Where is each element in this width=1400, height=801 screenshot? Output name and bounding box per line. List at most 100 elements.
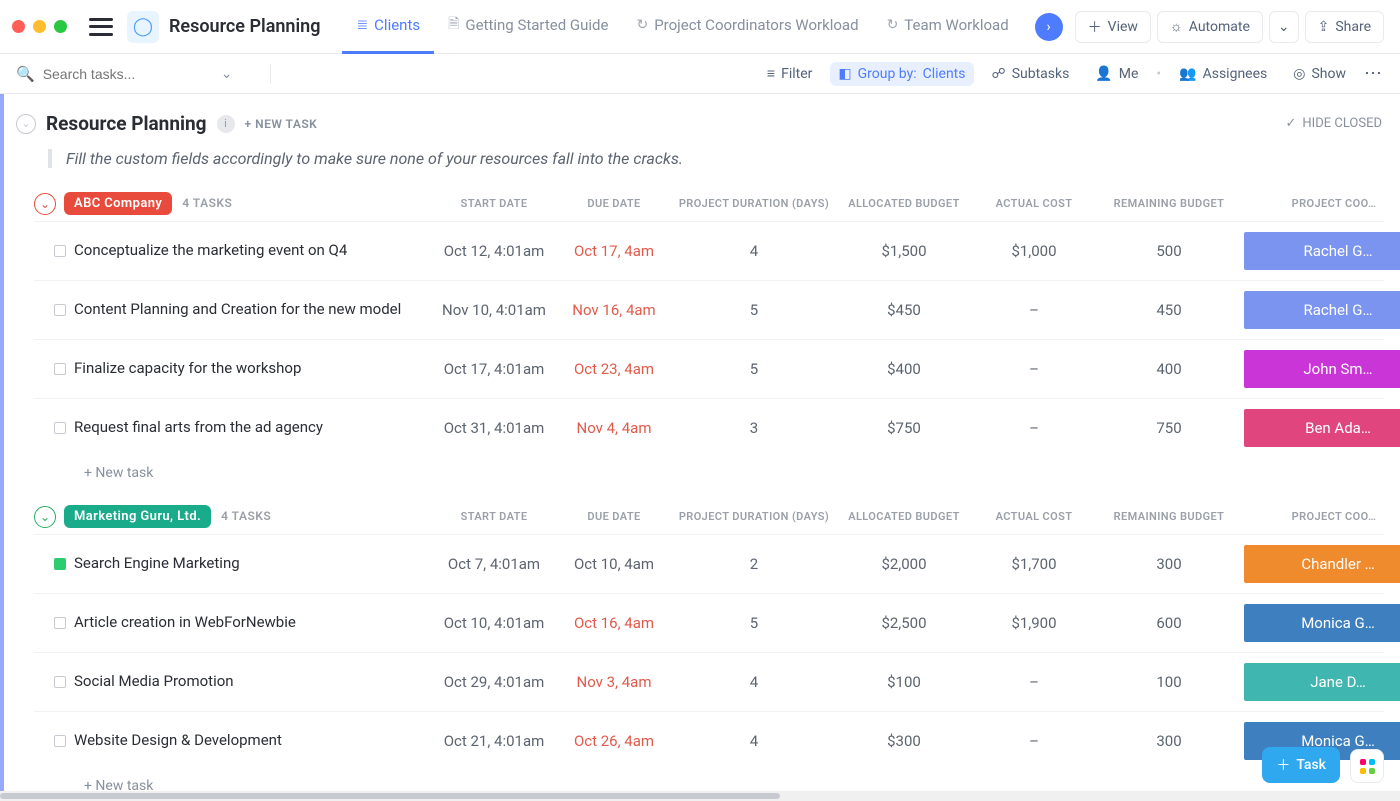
info-icon[interactable]: i xyxy=(217,115,235,133)
due-date-cell[interactable]: Oct 17, 4am xyxy=(554,242,674,260)
column-header[interactable]: DUE DATE xyxy=(554,197,674,210)
column-header[interactable]: PROJECT DURATION (DAYS) xyxy=(674,197,834,210)
task-name[interactable]: Website Design & Development xyxy=(64,731,434,751)
actual-cost-cell[interactable]: – xyxy=(974,360,1094,378)
allocated-budget-cell[interactable]: $2,500 xyxy=(834,614,974,632)
due-date-cell[interactable]: Oct 23, 4am xyxy=(554,360,674,378)
me-button[interactable]: 👤Me xyxy=(1087,62,1146,86)
duration-cell[interactable]: 3 xyxy=(674,419,834,437)
actual-cost-cell[interactable]: – xyxy=(974,732,1094,750)
subtasks-button[interactable]: ☍Subtasks xyxy=(984,62,1078,86)
apps-fab[interactable] xyxy=(1350,749,1384,783)
remaining-budget-cell[interactable]: 400 xyxy=(1094,360,1244,378)
allocated-budget-cell[interactable]: $2,000 xyxy=(834,555,974,573)
actual-cost-cell[interactable]: $1,900 xyxy=(974,614,1094,632)
task-row[interactable]: Finalize capacity for the workshopOct 17… xyxy=(34,339,1384,398)
actual-cost-cell[interactable]: – xyxy=(974,301,1094,319)
start-date-cell[interactable]: Oct 7, 4:01am xyxy=(434,555,554,573)
tab-team-workload[interactable]: ↻Team Workload xyxy=(873,0,1023,54)
due-date-cell[interactable]: Oct 10, 4am xyxy=(554,555,674,573)
column-header[interactable]: ACTUAL COST xyxy=(974,510,1094,523)
tab-project-coordinators-workload[interactable]: ↻Project Coordinators Workload xyxy=(622,0,872,54)
automate-chevron-button[interactable]: ⌄ xyxy=(1269,11,1299,43)
maximize-window-button[interactable] xyxy=(54,20,67,33)
coordinator-chip[interactable]: Rachel G… xyxy=(1244,232,1400,270)
start-date-cell[interactable]: Oct 31, 4:01am xyxy=(434,419,554,437)
task-name[interactable]: Request final arts from the ad agency xyxy=(64,418,434,438)
task-name[interactable]: Conceptualize the marketing event on Q4 xyxy=(64,241,434,261)
task-row[interactable]: Article creation in WebForNewbieOct 10, … xyxy=(34,593,1384,652)
coordinator-chip[interactable]: John Sm… xyxy=(1244,350,1400,388)
column-header[interactable]: PROJECT DURATION (DAYS) xyxy=(674,510,834,523)
coordinator-chip[interactable]: Monica G… xyxy=(1244,604,1400,642)
due-date-cell[interactable]: Nov 4, 4am xyxy=(554,419,674,437)
minimize-window-button[interactable] xyxy=(33,20,46,33)
remaining-budget-cell[interactable]: 600 xyxy=(1094,614,1244,632)
horizontal-scrollbar[interactable] xyxy=(0,791,1400,801)
remaining-budget-cell[interactable]: 300 xyxy=(1094,555,1244,573)
actual-cost-cell[interactable]: $1,700 xyxy=(974,555,1094,573)
search-chevron-icon[interactable]: ⌄ xyxy=(221,66,233,82)
task-name[interactable]: Search Engine Marketing xyxy=(64,554,434,574)
next-view-button[interactable]: › xyxy=(1035,13,1063,41)
group-collapse-toggle[interactable]: ⌄ xyxy=(34,506,56,528)
allocated-budget-cell[interactable]: $400 xyxy=(834,360,974,378)
tab-clients[interactable]: ≣Clients xyxy=(342,0,434,54)
tab-getting-started-guide[interactable]: 🗎Getting Started Guide xyxy=(434,0,622,54)
column-header[interactable]: START DATE xyxy=(434,197,554,210)
task-name[interactable]: Content Planning and Creation for the ne… xyxy=(64,300,434,320)
show-button[interactable]: ◎Show xyxy=(1285,62,1354,86)
allocated-budget-cell[interactable]: $1,500 xyxy=(834,242,974,260)
column-header[interactable]: ACTUAL COST xyxy=(974,197,1094,210)
new-task-top-button[interactable]: + NEW TASK xyxy=(245,117,318,131)
group-badge[interactable]: Marketing Guru, Ltd. xyxy=(64,505,211,528)
column-header[interactable]: REMAINING BUDGET xyxy=(1094,197,1244,210)
add-view-button[interactable]: ＋View xyxy=(1075,11,1151,43)
list-collapse-toggle[interactable]: ⌄ xyxy=(16,114,36,134)
column-header[interactable]: DUE DATE xyxy=(554,510,674,523)
duration-cell[interactable]: 5 xyxy=(674,614,834,632)
allocated-budget-cell[interactable]: $750 xyxy=(834,419,974,437)
task-name[interactable]: Social Media Promotion xyxy=(64,672,434,692)
search-input[interactable] xyxy=(43,66,213,82)
duration-cell[interactable]: 4 xyxy=(674,732,834,750)
hide-closed-button[interactable]: ✓ HIDE CLOSED xyxy=(1286,116,1383,131)
hamburger-menu-icon[interactable] xyxy=(89,18,113,36)
close-window-button[interactable] xyxy=(12,20,25,33)
more-menu-icon[interactable]: ⋯ xyxy=(1364,63,1384,84)
content-scroll[interactable]: ⌄ Resource Planning i + NEW TASK ✓ HIDE … xyxy=(0,94,1400,801)
duration-cell[interactable]: 4 xyxy=(674,242,834,260)
group-badge[interactable]: ABC Company xyxy=(64,192,172,215)
remaining-budget-cell[interactable]: 300 xyxy=(1094,732,1244,750)
coordinator-chip[interactable]: Jane D… xyxy=(1244,663,1400,701)
coordinator-chip[interactable]: Chandler … xyxy=(1244,545,1400,583)
column-header[interactable]: PROJECT COO… xyxy=(1244,510,1400,523)
due-date-cell[interactable]: Oct 26, 4am xyxy=(554,732,674,750)
duration-cell[interactable]: 5 xyxy=(674,360,834,378)
actual-cost-cell[interactable]: – xyxy=(974,673,1094,691)
due-date-cell[interactable]: Oct 16, 4am xyxy=(554,614,674,632)
column-header[interactable]: ALLOCATED BUDGET xyxy=(834,197,974,210)
start-date-cell[interactable]: Oct 17, 4:01am xyxy=(434,360,554,378)
due-date-cell[interactable]: Nov 3, 4am xyxy=(554,673,674,691)
share-button[interactable]: ⇪Share xyxy=(1305,11,1384,43)
allocated-budget-cell[interactable]: $450 xyxy=(834,301,974,319)
task-row[interactable]: Search Engine MarketingOct 7, 4:01amOct … xyxy=(34,534,1384,593)
start-date-cell[interactable]: Oct 29, 4:01am xyxy=(434,673,554,691)
column-header[interactable]: PROJECT COO… xyxy=(1244,197,1400,210)
group-collapse-toggle[interactable]: ⌄ xyxy=(34,193,56,215)
task-name[interactable]: Finalize capacity for the workshop xyxy=(64,359,434,379)
allocated-budget-cell[interactable]: $300 xyxy=(834,732,974,750)
actual-cost-cell[interactable]: $1,000 xyxy=(974,242,1094,260)
automate-button[interactable]: ☼Automate xyxy=(1157,11,1263,43)
remaining-budget-cell[interactable]: 450 xyxy=(1094,301,1244,319)
remaining-budget-cell[interactable]: 100 xyxy=(1094,673,1244,691)
start-date-cell[interactable]: Oct 10, 4:01am xyxy=(434,614,554,632)
space-icon[interactable]: ◯ xyxy=(127,11,159,43)
due-date-cell[interactable]: Nov 16, 4am xyxy=(554,301,674,319)
filter-button[interactable]: ≡Filter xyxy=(759,61,820,86)
start-date-cell[interactable]: Oct 12, 4:01am xyxy=(434,242,554,260)
group-by-button[interactable]: ◧ Group by: Clients xyxy=(830,62,973,86)
duration-cell[interactable]: 2 xyxy=(674,555,834,573)
coordinator-chip[interactable]: Ben Ada… xyxy=(1244,409,1400,447)
